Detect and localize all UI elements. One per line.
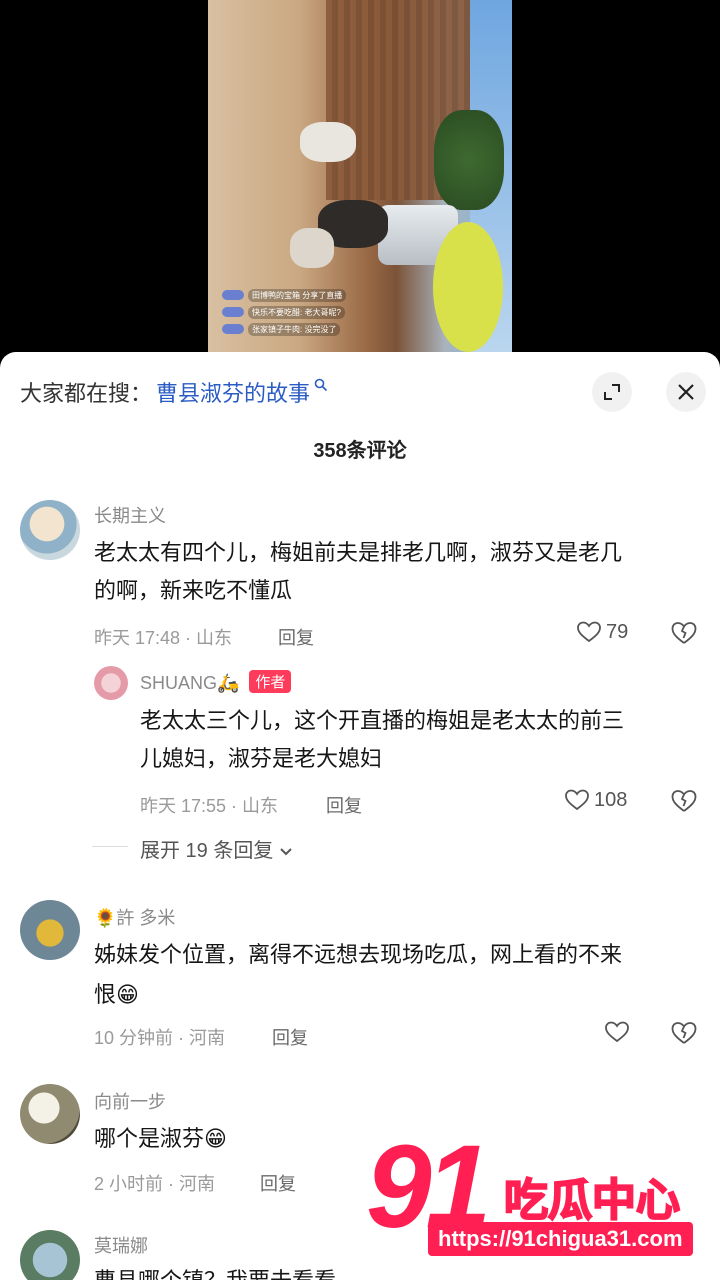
comment-count: 358条评论 bbox=[313, 440, 407, 462]
comment-text: 曹县哪个镇？我要去看看 bbox=[94, 1262, 336, 1280]
live-comment: 田博鸭的宝箱 分享了直播 bbox=[222, 288, 392, 302]
heart-icon bbox=[605, 1021, 629, 1043]
broken-heart-icon[interactable] bbox=[670, 1020, 698, 1046]
video-frame[interactable]: 田博鸭的宝箱 分享了直播 快乐不要吃醋: 老大哥呢? 张家镇子牛肉: 没完没了 bbox=[208, 0, 512, 360]
video-scene-person bbox=[300, 122, 356, 162]
reply-button[interactable]: 回复 bbox=[272, 1024, 308, 1050]
live-comment: 张家镇子牛肉: 没完没了 bbox=[222, 322, 392, 336]
like-button[interactable]: 79 bbox=[576, 620, 628, 644]
search-suggestion[interactable]: 大家都在搜： 曹县淑芬的故事 bbox=[20, 376, 328, 408]
reply-button[interactable]: 回复 bbox=[326, 792, 362, 818]
comment-text: 老太太有四个儿，梅姐前夫是排老几啊，淑芬又是老几 bbox=[94, 540, 623, 565]
reply-username-text: SHUANG🛵 bbox=[140, 673, 240, 693]
site-watermark: 91 吃瓜中心 https://91chigua31.com bbox=[366, 1128, 716, 1268]
like-count: 79 bbox=[606, 620, 629, 643]
comment-username[interactable]: 向前一步 bbox=[94, 1088, 166, 1114]
fan-level-badge bbox=[222, 307, 244, 317]
live-comment-text: 田博鸭的宝箱 分享了直播 bbox=[248, 288, 347, 302]
like-button[interactable]: 108 bbox=[564, 788, 627, 812]
watermark-brand: 吃瓜中心 bbox=[503, 1175, 681, 1226]
comment-item: 🌻許 多米 姊妹发个位置，离得不远想去现场吃瓜，网上看的不来 恨😁 10 分钟前… bbox=[0, 896, 720, 1056]
expand-icon bbox=[604, 384, 620, 400]
reply-username[interactable]: SHUANG🛵 作者 bbox=[140, 670, 292, 694]
like-button[interactable] bbox=[604, 1020, 634, 1044]
divider bbox=[92, 846, 128, 847]
comment-username[interactable]: 长期主义 bbox=[94, 502, 166, 528]
search-icon bbox=[314, 378, 328, 395]
watermark-url: https://91chigua31.com bbox=[428, 1222, 693, 1256]
comment-text: 姊妹发个位置，离得不远想去现场吃瓜，网上看的不来 bbox=[94, 942, 623, 967]
video-player[interactable]: 田博鸭的宝箱 分享了直播 快乐不要吃醋: 老大哥呢? 张家镇子牛肉: 没完没了 bbox=[0, 0, 720, 360]
comment-meta: 2 小时前 · 河南 bbox=[94, 1174, 216, 1194]
video-scene-umbrella bbox=[433, 222, 503, 352]
reply-text: 老太太三个儿，这个开直播的梅姐是老太太的前三 bbox=[140, 708, 625, 733]
video-scene-person bbox=[290, 228, 334, 268]
broken-heart-icon[interactable] bbox=[670, 620, 698, 646]
avatar[interactable] bbox=[94, 666, 128, 700]
avatar[interactable] bbox=[20, 500, 80, 560]
avatar[interactable] bbox=[20, 900, 80, 960]
like-count: 108 bbox=[594, 788, 628, 811]
chevron-down-icon bbox=[280, 848, 292, 856]
comment-username[interactable]: 莫瑞娜 bbox=[94, 1232, 148, 1258]
avatar[interactable] bbox=[20, 1084, 80, 1144]
expand-replies-label: 展开 19 条回复 bbox=[140, 840, 274, 862]
broken-heart-icon[interactable] bbox=[670, 788, 698, 814]
avatar[interactable] bbox=[20, 1230, 80, 1280]
close-button[interactable] bbox=[666, 372, 706, 412]
live-comment-text: 快乐不要吃醋: 老大哥呢? bbox=[248, 305, 345, 319]
live-comment: 快乐不要吃醋: 老大哥呢? bbox=[222, 305, 392, 319]
comment-text: 恨😁 bbox=[94, 982, 139, 1007]
search-suggestion-prefix: 大家都在搜： bbox=[20, 381, 153, 406]
reply-button[interactable]: 回复 bbox=[278, 624, 314, 650]
live-comment-text: 张家镇子牛肉: 没完没了 bbox=[248, 322, 341, 336]
fullscreen-button[interactable] bbox=[592, 372, 632, 412]
search-suggestion-term[interactable]: 曹县淑芬的故事 bbox=[156, 376, 310, 408]
reply-text: 儿媳妇，淑芬是老大媳妇 bbox=[140, 746, 383, 771]
comment-meta: 昨天 17:48 · 山东 bbox=[94, 628, 233, 648]
comment-meta: 10 分钟前 · 河南 bbox=[94, 1028, 226, 1048]
author-badge: 作者 bbox=[249, 670, 292, 693]
heart-icon bbox=[565, 789, 589, 811]
reply-button[interactable]: 回复 bbox=[260, 1170, 296, 1196]
comment-text: 的啊，新来吃不懂瓜 bbox=[94, 578, 293, 603]
live-comment-list: 田博鸭的宝箱 分享了直播 快乐不要吃醋: 老大哥呢? 张家镇子牛肉: 没完没了 bbox=[222, 288, 392, 339]
comment-item: 长期主义 老太太有四个儿，梅姐前夫是排老几啊，淑芬又是老几 的啊，新来吃不懂瓜 … bbox=[0, 492, 720, 862]
heart-icon bbox=[577, 621, 601, 643]
comment-text: 哪个是淑芬😁 bbox=[94, 1126, 227, 1151]
reply-meta: 昨天 17:55 · 山东 bbox=[140, 796, 279, 816]
comment-username[interactable]: 🌻許 多米 bbox=[94, 904, 175, 930]
close-icon bbox=[678, 384, 694, 400]
expand-replies-button[interactable]: 展开 19 条回复 bbox=[140, 834, 293, 863]
fan-level-badge bbox=[222, 324, 244, 334]
fan-level-badge bbox=[222, 290, 244, 300]
video-scene-tree bbox=[434, 110, 504, 210]
